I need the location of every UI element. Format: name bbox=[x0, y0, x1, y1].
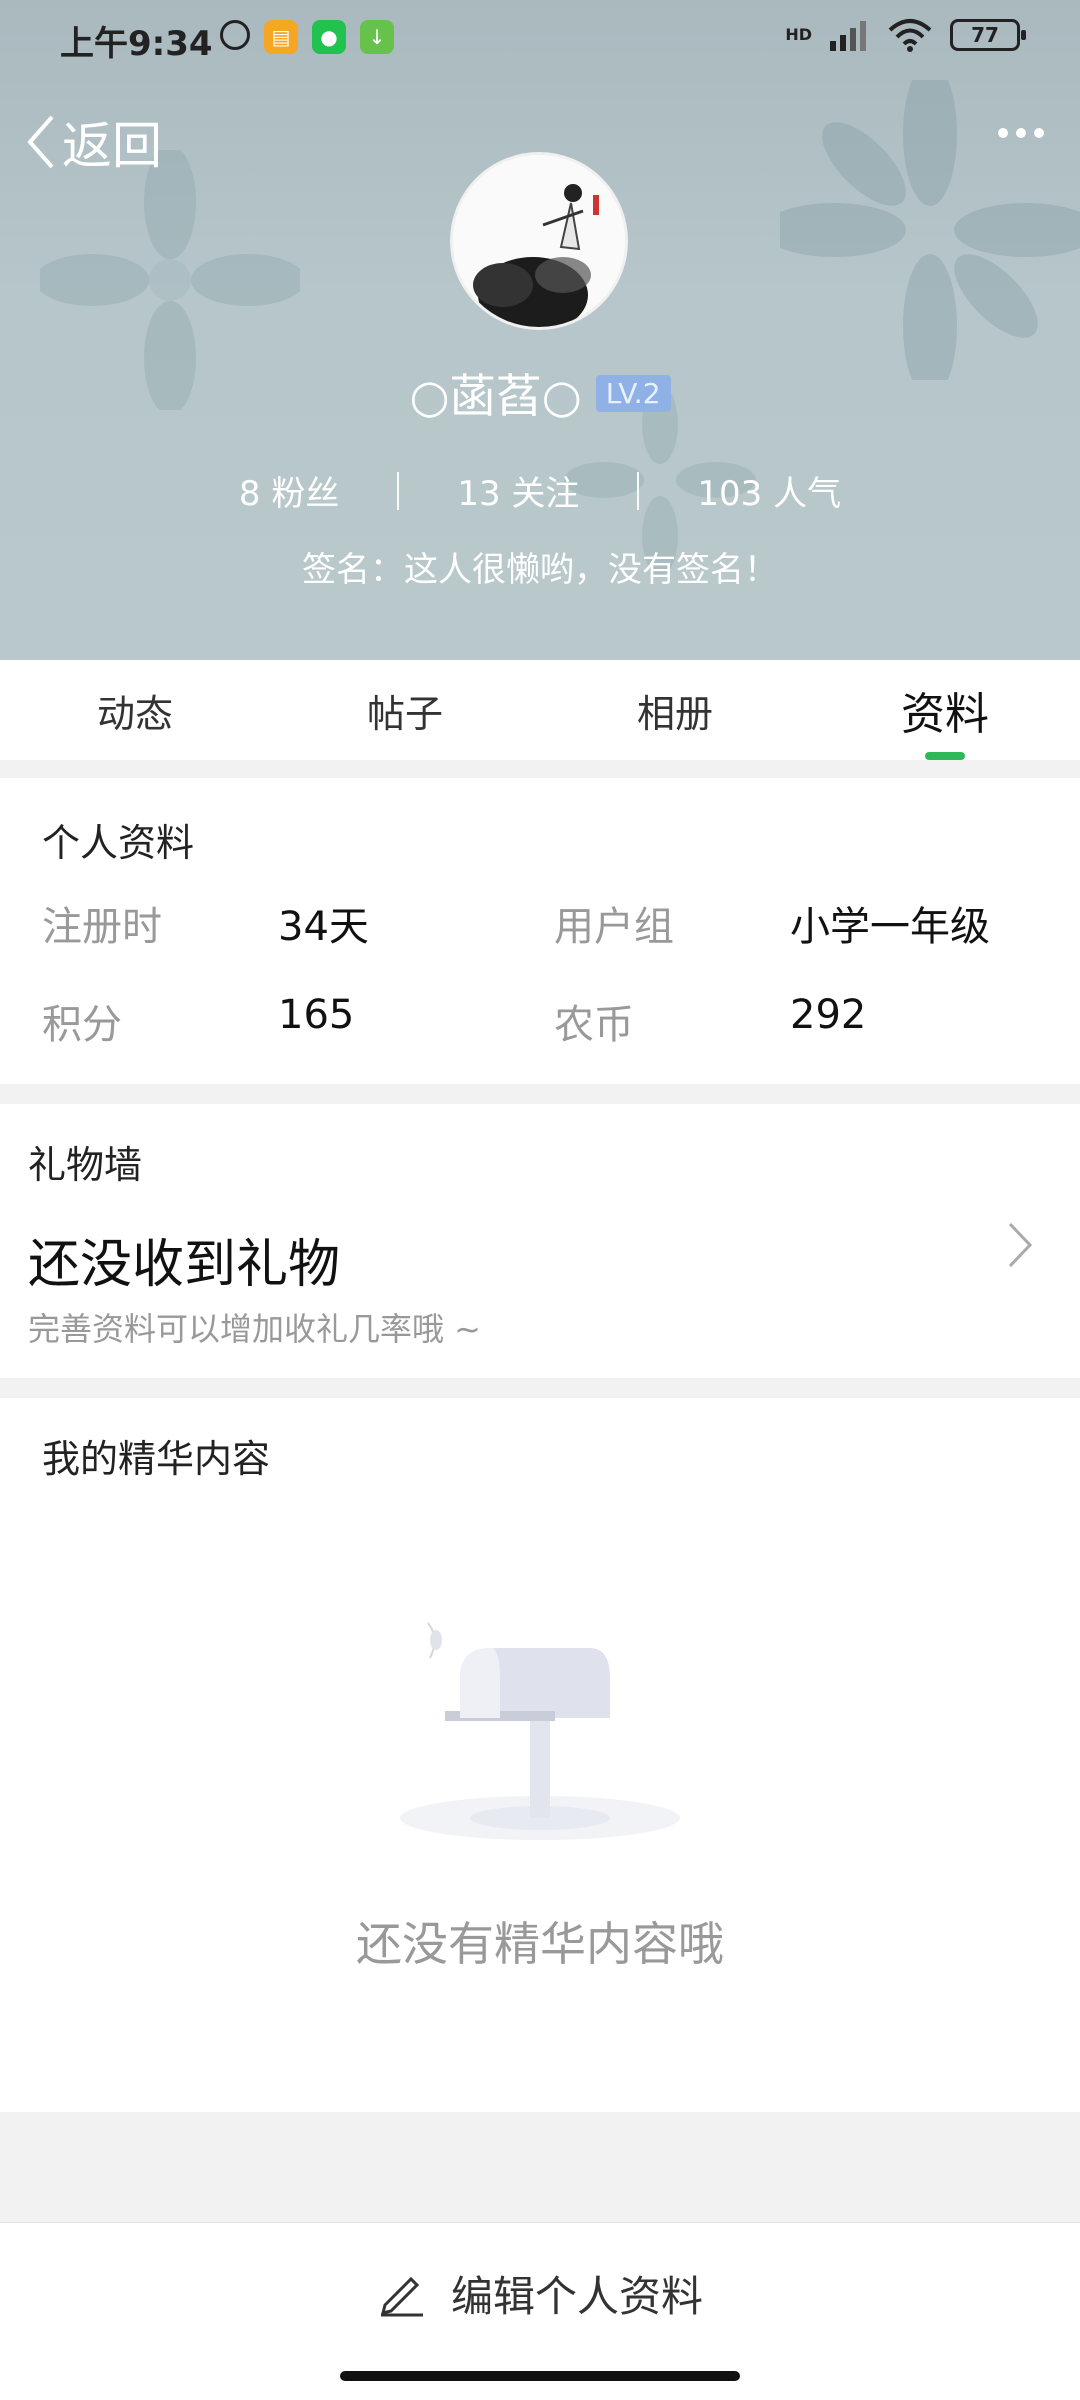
avatar[interactable] bbox=[450, 152, 628, 330]
home-indicator[interactable] bbox=[340, 2371, 740, 2381]
wifi-icon bbox=[888, 19, 932, 52]
info-value: 292 bbox=[790, 992, 867, 1038]
edit-profile-label: 编辑个人资料 bbox=[450, 2272, 703, 2321]
signal-icon bbox=[830, 21, 866, 51]
personal-info-card: 个人资料 注册时 34天 用户组 小学一年级 积分 165 农币 292 bbox=[0, 778, 1080, 1084]
info-key: 积分 bbox=[42, 1002, 122, 1048]
back-button[interactable]: 返回 bbox=[26, 106, 162, 178]
chevron-right-icon bbox=[1008, 1222, 1032, 1268]
stats-row: 8 粉丝 13 关注 103 人气 bbox=[0, 466, 1080, 515]
level-badge: LV.2 bbox=[595, 374, 671, 412]
status-time: 上午9:34 bbox=[60, 24, 213, 64]
wechat-icon: ● bbox=[312, 20, 346, 54]
empty-mailbox-icon bbox=[400, 1622, 680, 1840]
profile-header: 上午9:34 ▤ ● ↓ HD 77 返回 ○菡萏○ LV.2 8 粉丝 13 … bbox=[0, 0, 1080, 660]
hd-indicator: HD bbox=[785, 25, 812, 44]
name-row: ○菡萏○ LV.2 bbox=[0, 360, 1080, 426]
featured-title: 我的精华内容 bbox=[42, 1437, 271, 1481]
alarm-icon bbox=[220, 20, 250, 50]
signature: 签名：这人很懒哟，没有签名！ bbox=[302, 550, 778, 590]
avatar-image bbox=[453, 155, 625, 327]
info-key: 农币 bbox=[554, 1002, 634, 1048]
back-label: 返回 bbox=[62, 117, 162, 175]
tab-activity[interactable]: 动态 bbox=[0, 660, 270, 760]
status-bar: 上午9:34 ▤ ● ↓ HD 77 bbox=[0, 0, 1080, 80]
gift-wall-title: 礼物墙 bbox=[28, 1143, 143, 1187]
background-flower-icon bbox=[780, 80, 1080, 380]
notification-icons: ▤ ● ↓ bbox=[220, 20, 394, 54]
featured-empty-text: 还没有精华内容哦 bbox=[356, 1917, 724, 1971]
battery-indicator: 77 bbox=[950, 19, 1026, 51]
info-value: 小学一年级 bbox=[790, 904, 990, 950]
edit-pencil-icon bbox=[380, 2276, 423, 2316]
tab-posts[interactable]: 帖子 bbox=[270, 660, 540, 760]
popularity-count: 103 人气 bbox=[697, 474, 842, 514]
download-icon: ↓ bbox=[360, 20, 394, 54]
stats-divider bbox=[637, 471, 640, 510]
fans-count[interactable]: 8 粉丝 bbox=[181, 466, 397, 515]
app-notification-icon: ▤ bbox=[264, 20, 298, 54]
bottom-bar: 编辑个人资料 bbox=[0, 2222, 1080, 2400]
more-options-button[interactable] bbox=[998, 128, 1044, 138]
stats-divider bbox=[397, 471, 400, 510]
following-count[interactable]: 13 关注 bbox=[399, 466, 637, 515]
info-value: 34天 bbox=[278, 904, 369, 950]
username: ○菡萏○ bbox=[409, 369, 582, 423]
info-key: 用户组 bbox=[554, 904, 674, 950]
gift-wall-hint: 完善资料可以增加收礼几率哦 ~ bbox=[28, 1310, 481, 1348]
profile-tabs: 动态 帖子 相册 资料 bbox=[0, 660, 1080, 760]
featured-content-card: 我的精华内容 还没有精华内容哦 bbox=[0, 1398, 1080, 2112]
tab-profile-info[interactable]: 资料 bbox=[810, 660, 1080, 760]
edit-profile-button[interactable]: 编辑个人资料 bbox=[0, 2263, 1080, 2324]
gift-wall-card[interactable]: 礼物墙 还没收到礼物 完善资料可以增加收礼几率哦 ~ bbox=[0, 1104, 1080, 1378]
info-key: 注册时 bbox=[42, 904, 162, 950]
personal-info-title: 个人资料 bbox=[42, 821, 195, 865]
gift-wall-empty-text: 还没收到礼物 bbox=[28, 1235, 341, 1295]
chevron-left-icon bbox=[27, 115, 54, 169]
info-value: 165 bbox=[278, 992, 355, 1038]
tab-album[interactable]: 相册 bbox=[540, 660, 810, 760]
status-right: HD 77 bbox=[785, 18, 1026, 52]
